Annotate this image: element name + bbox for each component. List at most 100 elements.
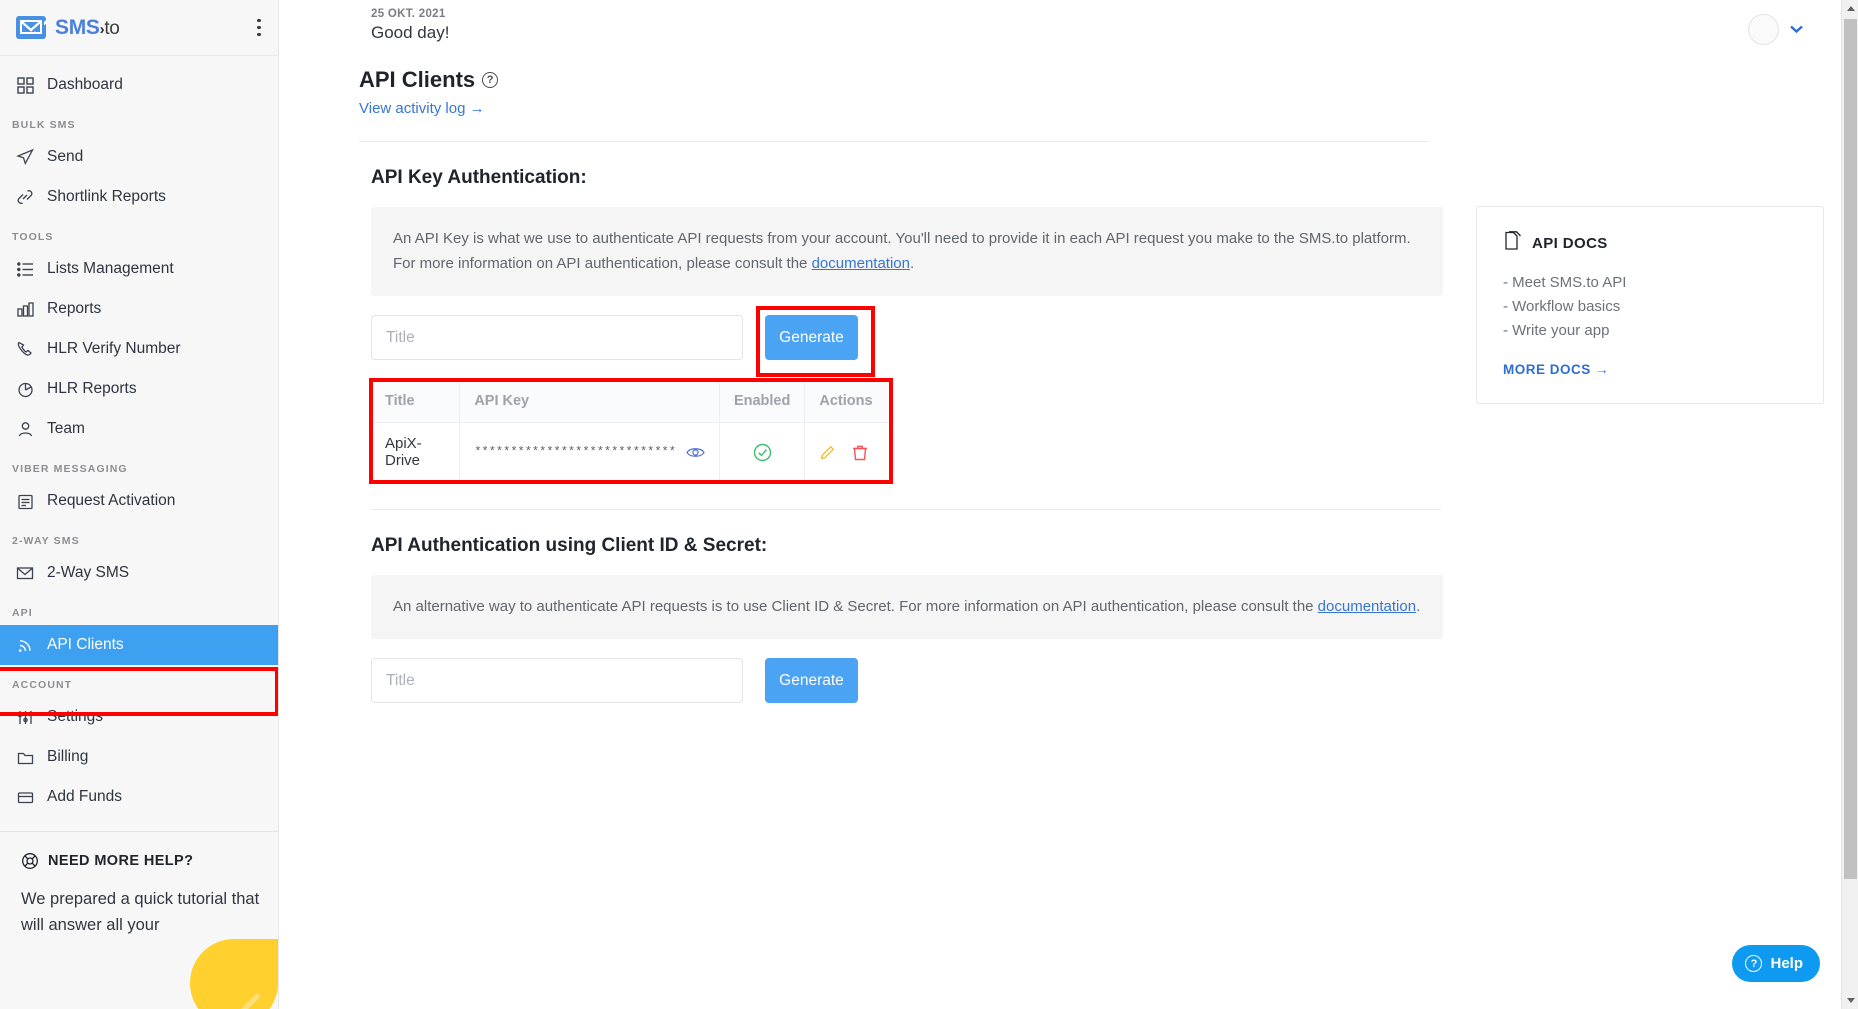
- sidebar-group-label-api: API: [12, 607, 33, 619]
- cell-title: ApiX-Drive: [371, 422, 461, 482]
- client-id-secret-section: API Authentication using Client ID & Sec…: [291, 535, 1443, 703]
- sidebar-item-reports[interactable]: Reports: [0, 289, 278, 329]
- sidebar-item-label: Reports: [47, 300, 102, 317]
- content-side-column: API DOCS - Meet SMS.to API - Workflow ba…: [1449, 142, 1858, 703]
- client-secret-generate-button[interactable]: Generate: [765, 658, 858, 703]
- scrollbar-thumb[interactable]: [1844, 19, 1857, 879]
- sidebar-item-team[interactable]: Team: [0, 409, 278, 449]
- documentation-link-client-secret[interactable]: documentation: [1318, 598, 1416, 615]
- pencil-icon[interactable]: [819, 444, 836, 461]
- sidebar-item-label: 2-Way SMS: [47, 564, 130, 581]
- api-key-generate-wrap: Generate: [756, 306, 875, 377]
- folder-icon: [14, 746, 36, 768]
- scroll-up-button[interactable]: [1842, 0, 1858, 17]
- document-icon: [1503, 231, 1522, 255]
- question-circle-icon[interactable]: ?: [482, 72, 499, 88]
- column-header-title: Title: [371, 380, 461, 423]
- help-button-label: Help: [1770, 955, 1803, 972]
- sidebar-item-settings[interactable]: Settings: [0, 697, 278, 737]
- api-docs-header: API DOCS: [1503, 231, 1797, 255]
- api-key-info-line-1: An API Key is what we use to authenticat…: [393, 230, 1411, 247]
- sidebar-group-label-account: ACCOUNT: [12, 679, 73, 691]
- content-main-column: API Key Authentication: An API Key is wh…: [279, 142, 1449, 703]
- avatar[interactable]: [1748, 14, 1779, 45]
- column-header-api-key: API Key: [459, 380, 720, 423]
- sidebar-item-label: Add Funds: [47, 788, 122, 805]
- envelope-glyph-icon: [20, 20, 42, 34]
- need-more-help-text: We prepared a quick tutorial that will a…: [21, 890, 260, 934]
- sidebar-nav: Dashboard BULK SMS Send Shortlink Report…: [0, 56, 278, 817]
- sidebar-item-dashboard[interactable]: Dashboard: [0, 65, 278, 105]
- sidebar-item-shortlink-reports[interactable]: Shortlink Reports: [0, 177, 278, 217]
- list-item[interactable]: - Write your app: [1503, 319, 1797, 343]
- trash-icon[interactable]: [852, 444, 868, 461]
- table-header-row: Title API Key Enabled Actions: [371, 380, 891, 423]
- check-circle-icon[interactable]: [734, 443, 790, 462]
- api-key-title-input[interactable]: [371, 315, 743, 360]
- clipboard-icon: [14, 490, 36, 512]
- api-key-generate-button[interactable]: Generate: [765, 315, 858, 360]
- sidebar-item-send[interactable]: Send: [0, 137, 278, 177]
- api-key-info-line-2-pre: For more information on API authenticati…: [393, 255, 812, 272]
- greeting-text: Good day!: [371, 23, 450, 42]
- client-secret-title-input[interactable]: [371, 658, 743, 703]
- api-keys-table: Title API Key Enabled Actions ApiX-Drive: [371, 380, 891, 482]
- section-divider: [371, 509, 1441, 510]
- sidebar-group-label-tools: TOOLS: [12, 231, 54, 243]
- sidebar-help-block: NEED MORE HELP? We prepared a quick tuto…: [0, 832, 278, 938]
- pie-chart-icon: [14, 378, 36, 400]
- sidebar-item-label: Dashboard: [47, 76, 123, 93]
- sidebar-item-hlr-verify-number[interactable]: HLR Verify Number: [0, 329, 278, 369]
- client-secret-generate-form: Generate: [371, 658, 1443, 703]
- api-docs-card: API DOCS - Meet SMS.to API - Workflow ba…: [1476, 206, 1824, 404]
- help-button[interactable]: ? Help: [1732, 945, 1820, 982]
- sidebar-item-2-way-sms[interactable]: 2-Way SMS: [0, 553, 278, 593]
- grid-icon: [14, 74, 36, 96]
- brand-name-light: to: [104, 17, 120, 39]
- sidebar-group-label-bulk-sms: BULK SMS: [12, 119, 76, 131]
- api-key-section-heading: API Key Authentication:: [371, 167, 587, 188]
- sidebar-item-label: Send: [47, 148, 84, 165]
- more-docs-link[interactable]: MORE DOCS →: [1503, 362, 1797, 377]
- phone-icon: [14, 338, 36, 360]
- cell-actions: [804, 422, 891, 482]
- sidebar-item-label: Billing: [47, 748, 89, 765]
- vertical-scrollbar[interactable]: [1841, 0, 1858, 1009]
- rss-icon: [14, 634, 36, 656]
- sidebar-item-hlr-reports[interactable]: HLR Reports: [0, 369, 278, 409]
- sidebar-item-lists-management[interactable]: Lists Management: [0, 249, 278, 289]
- view-activity-log-link[interactable]: View activity log →: [359, 100, 485, 117]
- sidebar-item-label: Request Activation: [47, 492, 176, 509]
- account-menu[interactable]: [1748, 8, 1828, 45]
- api-docs-list: - Meet SMS.to API - Workflow basics - Wr…: [1503, 271, 1797, 343]
- kebab-menu-icon[interactable]: [257, 18, 261, 37]
- documentation-link-api-key[interactable]: documentation: [812, 255, 910, 272]
- sidebar-item-request-activation[interactable]: Request Activation: [0, 481, 278, 521]
- page-header: API Clients ? View activity log →: [279, 67, 1858, 118]
- api-key-info-line-2: For more information on API authenticati…: [393, 251, 1421, 276]
- cell-enabled: [719, 422, 806, 482]
- sidebar-item-label: HLR Verify Number: [47, 340, 181, 357]
- api-key-info-line-2-post: .: [909, 255, 915, 272]
- help-decoration-blob: [190, 939, 278, 1009]
- sidebar-item-billing[interactable]: Billing: [0, 737, 278, 777]
- eye-icon[interactable]: [686, 446, 705, 459]
- cell-api-key: ****************************: [459, 422, 720, 482]
- chevron-down-icon[interactable]: [1789, 21, 1804, 38]
- sidebar-item-label: Settings: [47, 708, 104, 725]
- main-content: 25 OKT. 2021 Good day! API Clients ? Vie…: [279, 0, 1858, 1009]
- sidebar-group-label-viber-messaging: VIBER MESSAGING: [12, 463, 128, 475]
- api-keys-table-wrap: Title API Key Enabled Actions ApiX-Drive: [369, 378, 893, 484]
- user-icon: [14, 418, 36, 440]
- scroll-down-button[interactable]: [1842, 992, 1858, 1009]
- list-item[interactable]: - Workflow basics: [1503, 295, 1797, 319]
- api-key-authentication-section: API Key Authentication: An API Key is wh…: [291, 167, 1443, 484]
- page-title: API Clients ?: [359, 67, 1858, 93]
- question-circle-icon: ?: [1745, 955, 1763, 972]
- app-root: SMS›to Dashboard BULK SMS Send Shortlink…: [0, 0, 1858, 1009]
- sidebar-item-api-clients[interactable]: API Clients: [0, 625, 278, 665]
- sidebar-item-add-funds[interactable]: Add Funds: [0, 777, 278, 817]
- api-key-info-box: An API Key is what we use to authenticat…: [371, 207, 1443, 296]
- list-item[interactable]: - Meet SMS.to API: [1503, 271, 1797, 295]
- client-secret-info-box: An alternative way to authenticate API r…: [371, 575, 1443, 639]
